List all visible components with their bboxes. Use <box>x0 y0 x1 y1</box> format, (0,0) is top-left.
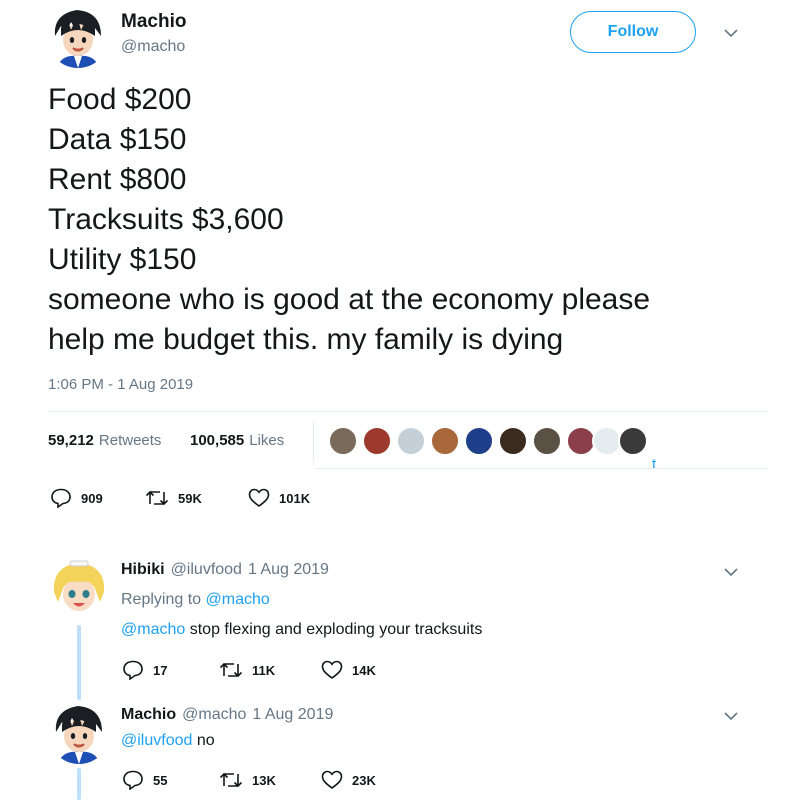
reply-body: stop flexing and exploding your tracksui… <box>189 621 483 638</box>
reply-count: 17 <box>153 662 168 678</box>
reply-avatar[interactable] <box>48 558 110 620</box>
author-name[interactable]: Machio <box>121 11 186 33</box>
reply-date[interactable]: 1 Aug 2019 <box>248 561 329 579</box>
liker-avatars[interactable] <box>328 426 648 458</box>
thread-line <box>77 625 81 700</box>
retweet-icon <box>145 488 169 508</box>
author-avatar[interactable] <box>47 6 109 68</box>
reply-icon <box>122 660 144 680</box>
retweet-icon <box>219 660 243 680</box>
liker-avatar[interactable] <box>362 426 392 456</box>
reply-date[interactable]: 1 Aug 2019 <box>252 706 333 724</box>
reply-button[interactable]: 55 <box>122 770 167 790</box>
reply-body: no <box>196 732 215 749</box>
chevron-down-icon[interactable] <box>723 564 739 585</box>
like-button[interactable]: 101K <box>248 488 310 508</box>
reply-count: 909 <box>81 490 103 506</box>
liker-avatar[interactable] <box>396 426 426 456</box>
liker-avatar[interactable] <box>532 426 562 456</box>
reply-author-name[interactable]: Hibiki <box>121 561 165 579</box>
tweet-text: Food $200 Data $150 Rent $800 Tracksuits… <box>48 80 650 360</box>
replying-to: Replying to @macho <box>121 591 270 609</box>
tweet-line: Rent $800 <box>48 163 187 196</box>
mention-link[interactable]: @iluvfood <box>121 732 192 749</box>
reply-icon <box>50 488 72 508</box>
reply-header: Machio @macho 1 Aug 2019 <box>121 706 333 724</box>
likes-count: 100,585 <box>190 432 245 449</box>
liker-avatar[interactable] <box>618 426 648 456</box>
retweet-count: 13K <box>252 772 276 788</box>
mention-link[interactable]: @macho <box>121 621 185 638</box>
like-count: 23K <box>352 772 376 788</box>
likes-label: Likes <box>249 432 285 449</box>
divider <box>315 468 768 469</box>
retweet-icon <box>219 770 243 790</box>
retweet-button[interactable]: 59K <box>145 488 202 508</box>
author-handle[interactable]: @macho <box>121 38 185 56</box>
tweet-line: someone who is good at the economy pleas… <box>48 283 651 316</box>
tweet-line: Data $150 <box>48 123 187 156</box>
reply-header: Hibiki @iluvfood 1 Aug 2019 <box>121 561 329 579</box>
like-icon <box>248 488 270 508</box>
chevron-down-icon[interactable] <box>723 708 739 729</box>
liker-avatar[interactable] <box>328 426 358 456</box>
tweet-line: Utility $150 <box>48 243 197 276</box>
retweets-count: 59,212 <box>48 432 94 449</box>
reply-count: 55 <box>153 772 168 788</box>
retweet-button[interactable]: 13K <box>219 770 276 790</box>
like-icon <box>321 770 343 790</box>
like-button[interactable]: 14K <box>321 660 376 680</box>
replying-to-link[interactable]: @macho <box>206 591 270 608</box>
chevron-down-icon[interactable] <box>723 25 739 46</box>
liker-avatar[interactable] <box>430 426 460 456</box>
tweet-line: help me budget this. my family is dying <box>48 323 564 356</box>
reply-text: @macho stop flexing and exploding your t… <box>121 621 482 639</box>
liker-avatar[interactable] <box>498 426 528 456</box>
retweet-button[interactable]: 11K <box>219 660 275 680</box>
like-icon <box>321 660 343 680</box>
reply-author-name[interactable]: Machio <box>121 706 176 724</box>
reply-avatar[interactable] <box>48 702 110 764</box>
retweets-label: Retweets <box>98 432 162 449</box>
thread-line <box>77 768 81 800</box>
likes-stat[interactable]: 100,585 Likes <box>190 432 284 449</box>
follow-button[interactable]: Follow <box>570 11 696 53</box>
retweet-count: 11K <box>252 662 276 678</box>
like-button[interactable]: 23K <box>321 770 376 790</box>
like-count: 14K <box>352 662 376 678</box>
reply-text: @iluvfood no <box>121 732 215 750</box>
reply-author-handle[interactable]: @macho <box>182 706 246 724</box>
like-count: 101K <box>279 490 311 506</box>
stray-char: t <box>652 456 657 473</box>
reply-button[interactable]: 909 <box>50 488 103 508</box>
tweet-line: Tracksuits $3,600 <box>48 203 284 236</box>
reply-icon <box>122 770 144 790</box>
divider <box>48 411 768 412</box>
tweet-timestamp[interactable]: 1:06 PM - 1 Aug 2019 <box>48 376 193 393</box>
liker-avatar[interactable] <box>464 426 494 456</box>
retweet-count: 59K <box>178 490 202 506</box>
retweets-stat[interactable]: 59,212 Retweets <box>48 432 161 449</box>
reply-author-handle[interactable]: @iluvfood <box>171 561 242 579</box>
replying-prefix: Replying to <box>121 591 202 608</box>
reply-button[interactable]: 17 <box>122 660 167 680</box>
tweet-line: Food $200 <box>48 83 192 116</box>
stats-separator <box>313 420 314 462</box>
